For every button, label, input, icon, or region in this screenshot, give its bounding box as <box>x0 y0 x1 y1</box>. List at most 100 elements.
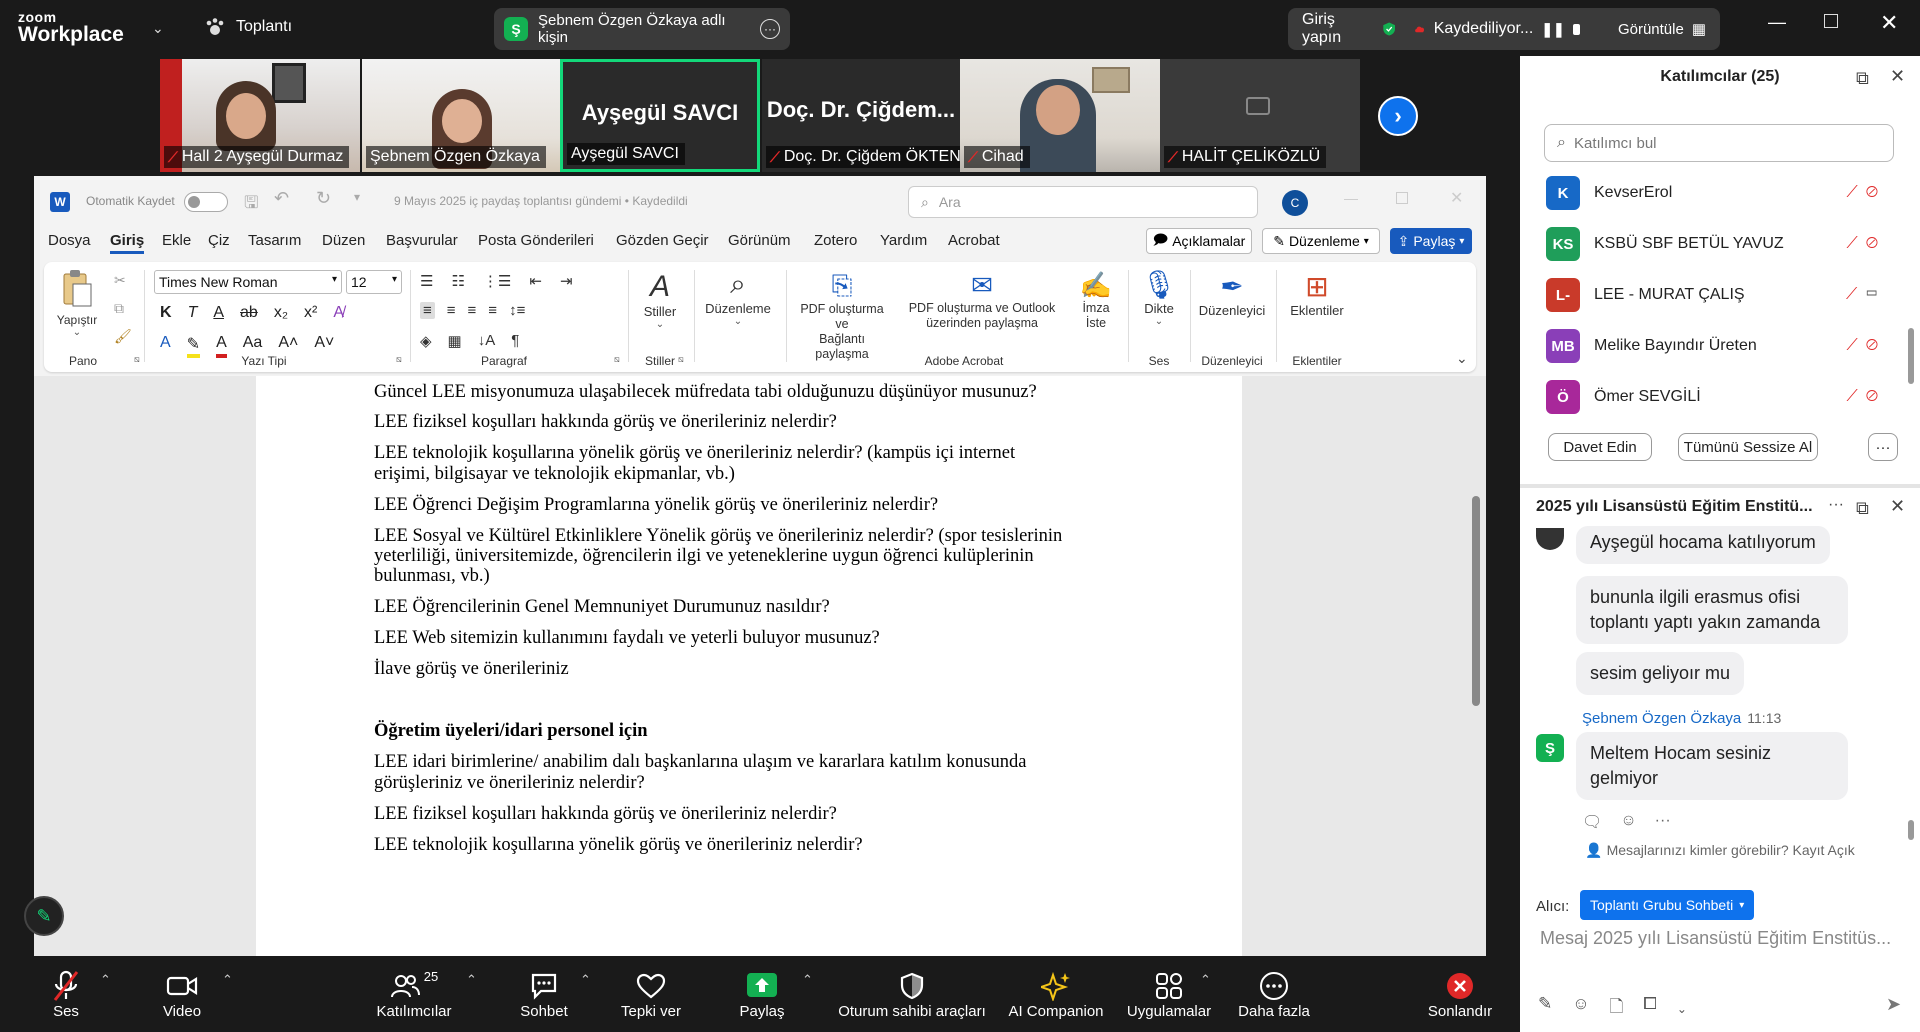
increase-indent-icon[interactable]: ⇥ <box>560 272 573 290</box>
participant-row[interactable]: L- LEE - MURAT ÇALIŞ ⟋▭ <box>1546 270 1886 320</box>
dialog-launcher-icon[interactable]: ⧅ <box>134 354 140 365</box>
cut-icon[interactable]: ✂ <box>114 272 126 289</box>
bold-icon[interactable]: K <box>160 304 172 322</box>
chat-button[interactable]: Sohbet <box>514 956 574 1032</box>
align-right-icon[interactable]: ≡ <box>468 302 477 319</box>
invite-button[interactable]: Davet Edin <box>1548 433 1652 461</box>
line-spacing-icon[interactable]: ↕≡ <box>509 302 525 319</box>
menu-posta[interactable]: Posta Gönderileri <box>478 232 594 249</box>
video-tile[interactable]: Şebnem Özgen Özkaya <box>362 59 560 172</box>
pdf-link-share-button[interactable]: ⎘ PDF oluşturma ve Bağlantı paylaşma <box>792 270 892 362</box>
addins-button[interactable]: ⊞ Eklentiler <box>1282 270 1352 318</box>
paste-button[interactable]: Yapıştır ⌄ <box>52 268 102 338</box>
mute-all-button[interactable]: Tümünü Sessize Al <box>1678 433 1818 461</box>
customize-icon[interactable]: ▾ <box>354 190 360 204</box>
host-tools-button[interactable]: Oturum sahibi araçları <box>832 956 992 1032</box>
font-name-select[interactable]: Times New Roman ▾ <box>154 270 342 294</box>
message-more-icon[interactable]: ··· <box>1655 812 1671 832</box>
shield-check-icon[interactable] <box>1382 18 1396 40</box>
popout-icon[interactable]: ⧉ <box>1856 498 1869 519</box>
strikethrough-icon[interactable]: ab <box>240 304 258 322</box>
share-screen-button[interactable]: Paylaş <box>730 956 794 1032</box>
menu-gozden-gecir[interactable]: Gözden Geçir <box>616 232 709 249</box>
highlight-icon[interactable]: ✎ <box>186 334 201 358</box>
dialog-launcher-icon[interactable]: ⧅ <box>396 354 402 365</box>
multilevel-list-icon[interactable]: ⋮☰ <box>483 272 511 290</box>
video-tile[interactable]: Doç. Dr. Çiğdem... ⟋ Doç. Dr. Çiğdem ÖKTE… <box>762 59 960 172</box>
participant-row[interactable]: KS KSBÜ SBF BETÜL YAVUZ ⟋⊘ <box>1546 219 1886 269</box>
chat-scrollbar[interactable] <box>1908 820 1914 840</box>
audio-button[interactable]: Ses <box>36 956 96 1032</box>
menu-tasarim[interactable]: Tasarım <box>248 232 301 249</box>
comments-button[interactable]: 🗩 Açıklamalar <box>1146 228 1252 254</box>
participants-options-caret[interactable]: ⌃ <box>466 972 477 988</box>
video-options-caret[interactable]: ⌃ <box>222 972 233 988</box>
more-button[interactable]: Daha fazla <box>1234 956 1314 1032</box>
undo-icon[interactable]: ↶ <box>274 188 289 209</box>
chevron-down-icon[interactable]: ⌄ <box>1677 1002 1687 1016</box>
maximize-icon[interactable] <box>1824 14 1838 28</box>
chat-visibility-note[interactable]: 👤 Mesajlarınızı kimler görebilir? Kayıt … <box>1520 842 1920 859</box>
pdf-outlook-share-button[interactable]: ✉ PDF oluşturma ve Outlook üzerinden pay… <box>902 270 1062 331</box>
more-options-button[interactable]: ··· <box>1868 433 1898 461</box>
chevron-down-icon[interactable]: ⌄ <box>152 20 164 37</box>
menu-zotero[interactable]: Zotero <box>814 232 857 249</box>
maximize-icon[interactable] <box>1396 192 1408 204</box>
file-icon[interactable]: 🗋 <box>1610 994 1624 1023</box>
align-left-icon[interactable]: ≡ <box>420 302 435 319</box>
menu-gorunum[interactable]: Görünüm <box>728 232 791 249</box>
chat-more-icon[interactable]: ··· <box>1828 496 1844 514</box>
editing-button[interactable]: ⌕ Düzenleme ⌄ <box>700 268 776 327</box>
view-button[interactable]: Görüntüle <box>1618 21 1684 38</box>
audio-options-caret[interactable]: ⌃ <box>100 972 111 988</box>
apps-button[interactable]: Uygulamalar <box>1120 956 1218 1032</box>
close-icon[interactable]: ✕ <box>1890 496 1905 517</box>
share-button[interactable]: ⇪ Paylaş ▾ <box>1390 228 1472 254</box>
meeting-info-button[interactable]: Toplantı <box>204 16 292 38</box>
decrease-indent-icon[interactable]: ⇤ <box>529 272 542 290</box>
text-effects-icon[interactable]: A <box>160 334 171 358</box>
menu-ekle[interactable]: Ekle <box>162 232 191 249</box>
request-signature-button[interactable]: ✍ İmza İste <box>1070 270 1122 331</box>
font-size-select[interactable]: 12 ▾ <box>346 270 402 294</box>
numbering-icon[interactable]: ☷ <box>451 272 464 290</box>
italic-icon[interactable]: T <box>188 304 198 322</box>
pilcrow-icon[interactable]: ¶ <box>511 332 519 350</box>
emoji-react-icon[interactable]: ☺ <box>1620 812 1636 832</box>
borders-icon[interactable]: ▦ <box>448 332 462 350</box>
document-scrollbar[interactable] <box>1470 376 1482 956</box>
menu-giris[interactable]: Giriş <box>110 232 145 254</box>
close-icon[interactable]: ✕ <box>1880 10 1898 36</box>
end-meeting-button[interactable]: Sonlandır <box>1420 956 1500 1032</box>
styles-button[interactable]: A Stiller ⌄ <box>634 270 686 330</box>
participants-button[interactable]: 25 Katılımcılar <box>364 956 464 1032</box>
editor-button[interactable]: ✒ Düzenleyici <box>1196 270 1268 318</box>
save-icon[interactable]: 🖫 <box>244 190 258 219</box>
video-tile[interactable]: ⟋ Cihad <box>960 59 1160 172</box>
message-input[interactable]: Mesaj 2025 yılı Lisansüstü Eğitim Enstit… <box>1540 928 1910 949</box>
emoji-icon[interactable]: ☺ <box>1572 994 1589 1023</box>
react-button[interactable]: Tepki ver <box>616 956 686 1032</box>
screenshot-icon[interactable]: ⧠ <box>1643 994 1657 1023</box>
minimize-icon[interactable]: — <box>1768 12 1786 33</box>
stop-icon[interactable] <box>1572 23 1580 35</box>
signin-link[interactable]: Giriş yapın <box>1302 11 1352 47</box>
minimize-icon[interactable]: — <box>1344 190 1358 206</box>
clear-format-icon[interactable]: A̸ <box>333 304 344 322</box>
annotate-pen-icon[interactable]: ✎ <box>24 896 64 936</box>
underline-icon[interactable]: A <box>213 304 224 322</box>
superscript-icon[interactable]: x² <box>304 304 317 322</box>
menu-basvurular[interactable]: Başvurular <box>386 232 458 249</box>
more-icon[interactable]: ··· <box>760 19 780 39</box>
format-painter-icon[interactable]: 🖌 <box>114 328 132 345</box>
dialog-launcher-icon[interactable]: ⧅ <box>614 354 620 365</box>
format-icon[interactable]: ✎ <box>1538 994 1552 1023</box>
shading-icon[interactable]: ◈ <box>420 332 432 350</box>
collapse-ribbon-icon[interactable]: ⌄ <box>1456 350 1468 367</box>
doc-title[interactable]: 9 Mayıs 2025 iç paydaş toplantısı gündem… <box>394 194 688 208</box>
copy-icon[interactable]: ⧉ <box>114 300 124 317</box>
video-tile[interactable]: ⟋ HALİT ÇELİKÖZLÜ <box>1160 59 1360 172</box>
ai-companion-button[interactable]: AI Companion <box>1004 956 1108 1032</box>
justify-icon[interactable]: ≡ <box>488 302 497 319</box>
close-icon[interactable]: ✕ <box>1450 188 1463 208</box>
